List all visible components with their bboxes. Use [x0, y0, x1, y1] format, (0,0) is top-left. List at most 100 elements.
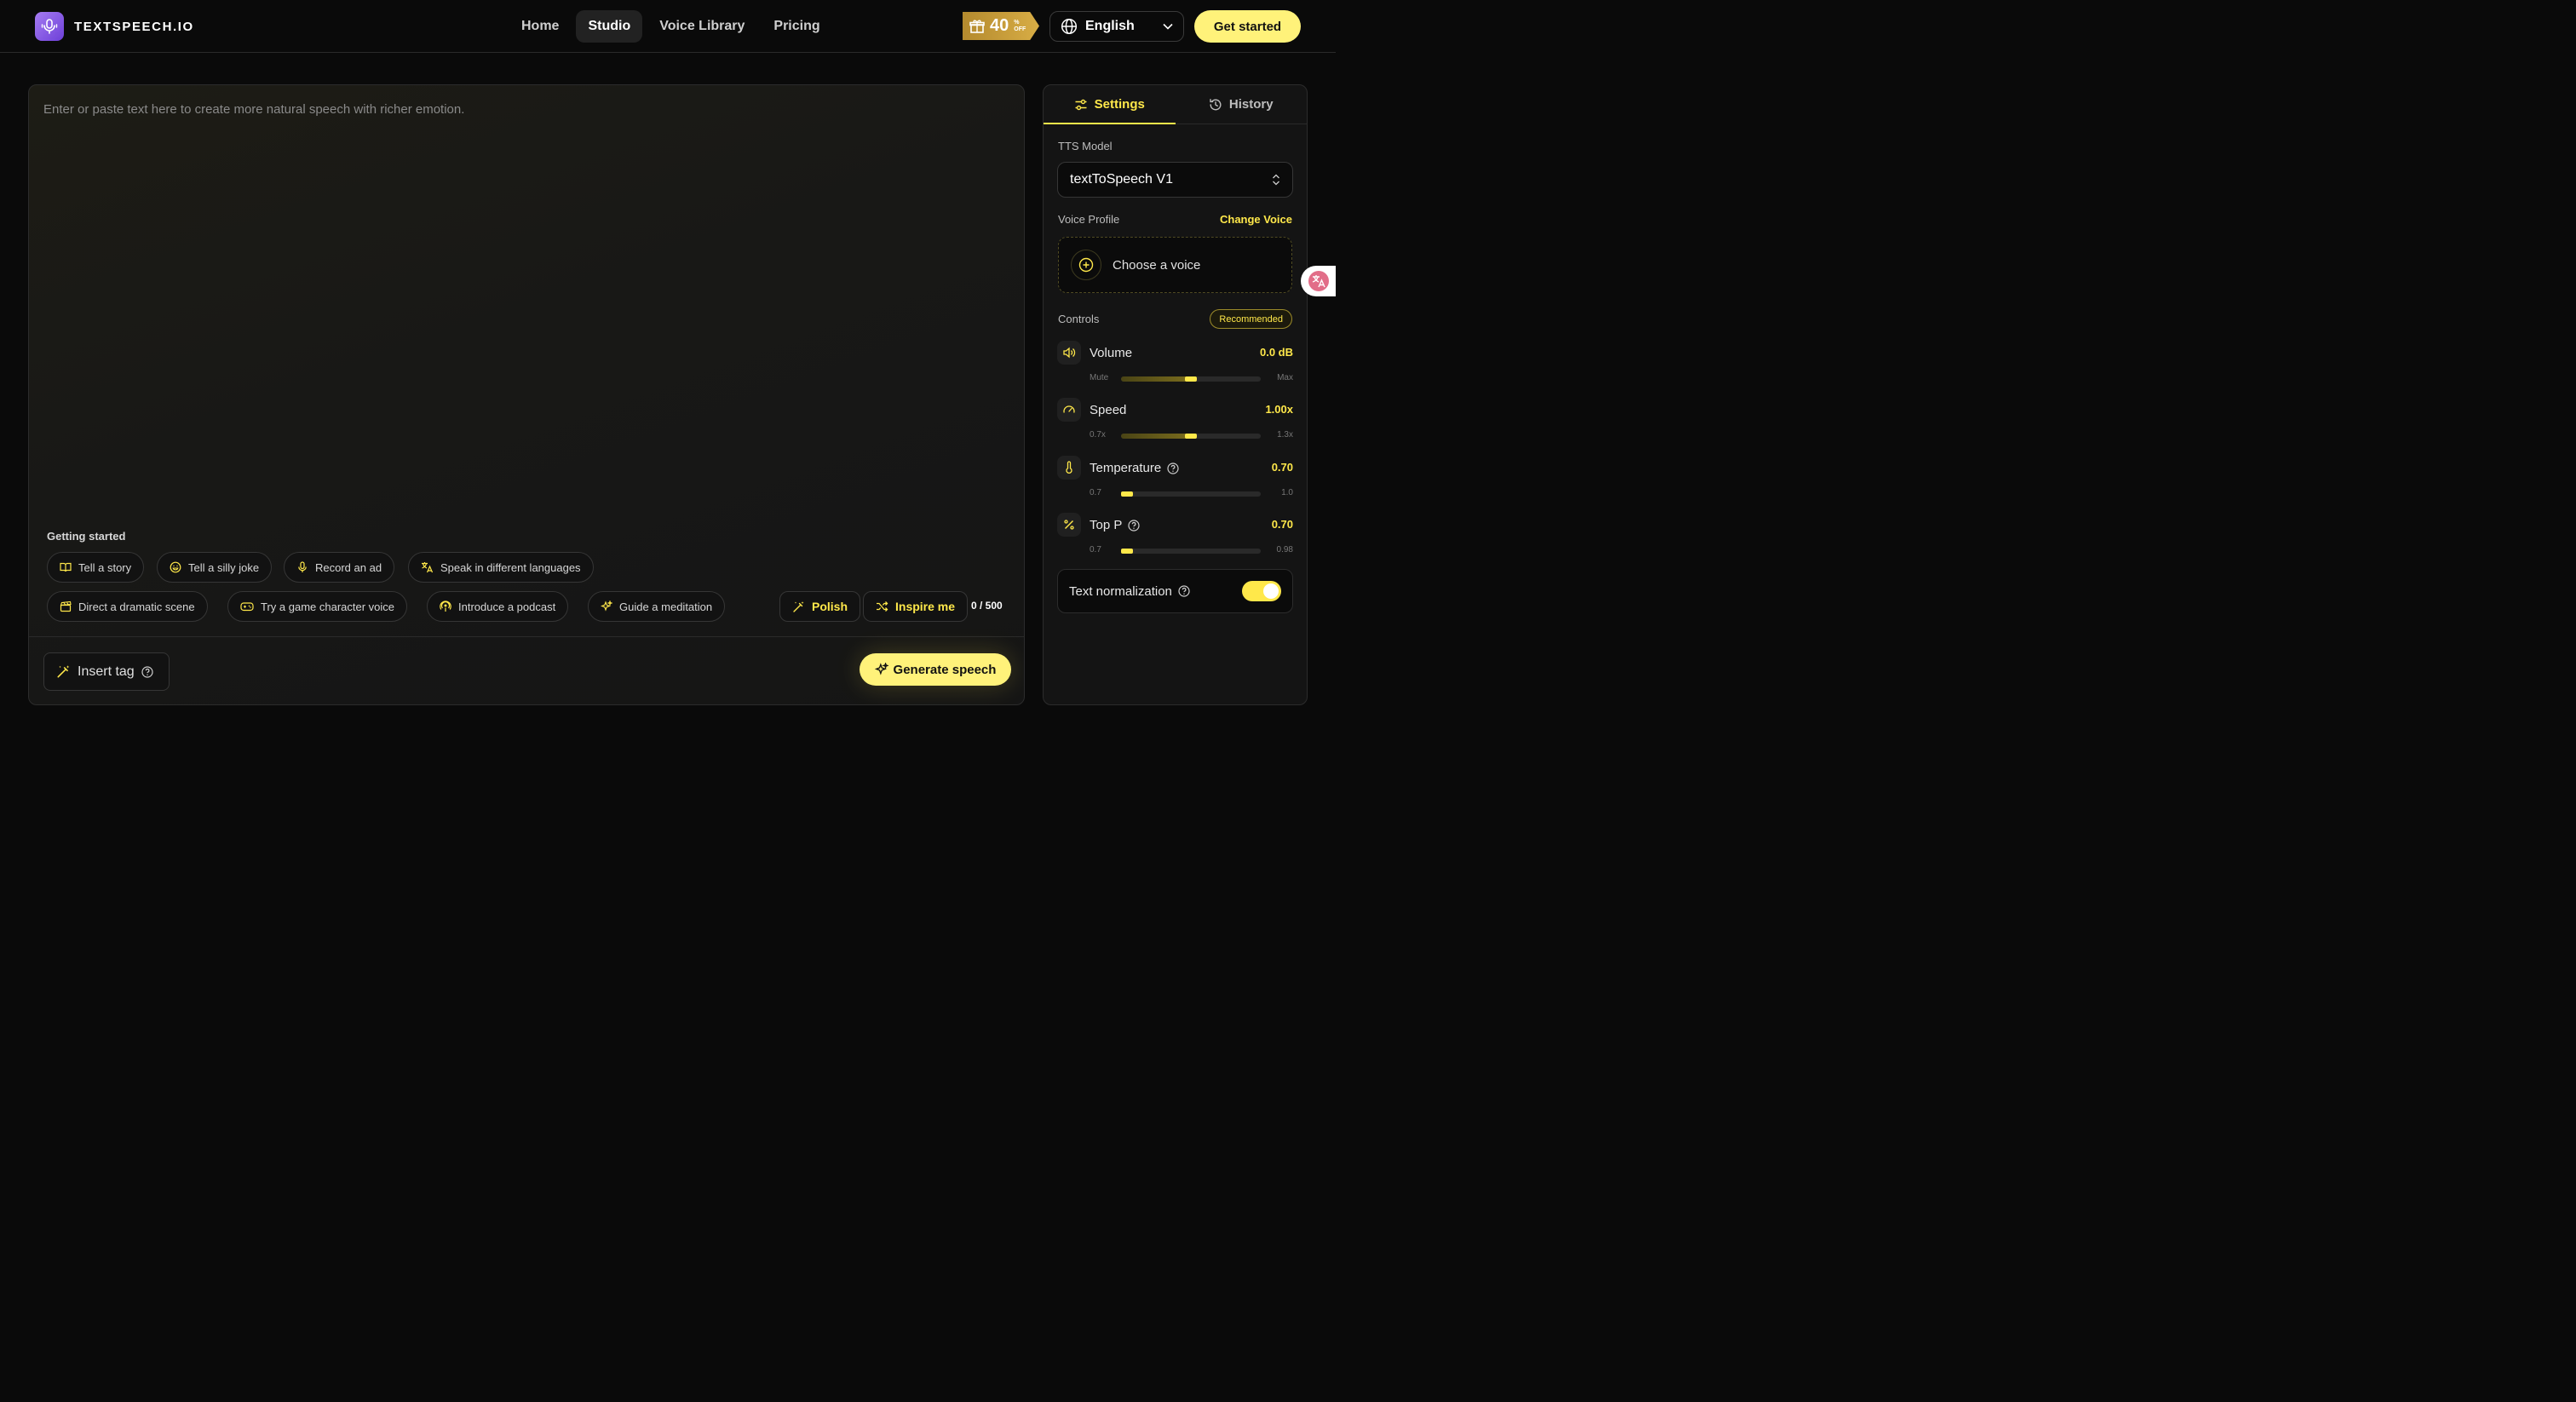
getting-started-title: Getting started: [47, 530, 126, 543]
prompt-chip-label: Introduce a podcast: [458, 600, 556, 613]
speed-slider[interactable]: [1121, 434, 1261, 439]
polish-button[interactable]: Polish: [779, 591, 861, 622]
slider-thumb[interactable]: [1121, 491, 1133, 497]
help-icon[interactable]: [1178, 585, 1190, 597]
speed-max: 1.3x: [1277, 430, 1293, 440]
speed-label: Speed: [1090, 403, 1127, 417]
sparkles-icon: [601, 600, 612, 612]
top-p-min: 0.7: [1090, 545, 1101, 554]
volume-value: 0.0 dB: [1259, 346, 1293, 359]
settings-panel: Settings History TTS Model textToSpeech …: [1043, 84, 1308, 705]
text-input[interactable]: Enter or paste text here to create more …: [43, 102, 464, 117]
top-header: TEXTSPEECH.IO Home Studio Voice Library …: [0, 0, 1336, 53]
prompt-chip-joke[interactable]: Tell a silly joke: [157, 552, 273, 583]
tab-history[interactable]: History: [1176, 85, 1308, 124]
promo-off-text: OFF: [1014, 26, 1026, 32]
editor-divider: [29, 636, 1024, 637]
polish-label: Polish: [812, 600, 848, 613]
thermometer-icon: [1066, 461, 1072, 474]
prompt-chip-ad[interactable]: Record an ad: [284, 552, 395, 583]
choose-voice-button[interactable]: Choose a voice: [1058, 237, 1292, 293]
prompt-chip-label: Direct a dramatic scene: [78, 600, 195, 613]
prompt-chip-label: Record an ad: [315, 560, 382, 574]
top-p-control: Top P 0.70 0.7 0.98: [1057, 513, 1293, 564]
globe-icon: [1061, 18, 1078, 35]
translate-widget-button[interactable]: [1301, 266, 1336, 296]
help-icon[interactable]: [141, 665, 153, 678]
insert-tag-label: Insert tag: [78, 664, 135, 679]
top-p-value: 0.70: [1271, 518, 1293, 531]
inspire-me-button[interactable]: Inspire me: [863, 591, 969, 622]
prompt-chip-meditation[interactable]: Guide a meditation: [588, 591, 726, 622]
smile-icon: [170, 561, 181, 573]
chevron-up-down-icon: [1273, 174, 1279, 186]
text-normalization-label: Text normalization: [1069, 583, 1172, 599]
temperature-slider[interactable]: [1121, 491, 1261, 497]
nav-home[interactable]: Home: [509, 10, 571, 43]
prompt-chip-languages[interactable]: Speak in different languages: [408, 552, 594, 583]
prompt-chip-label: Tell a story: [78, 560, 132, 574]
change-voice-link[interactable]: Change Voice: [1220, 213, 1292, 226]
translate-icon: [1308, 271, 1329, 291]
generate-label: Generate speech: [893, 662, 997, 677]
tts-model-value: textToSpeech V1: [1070, 172, 1173, 187]
slider-thumb[interactable]: [1185, 376, 1197, 382]
prompt-chip-story[interactable]: Tell a story: [47, 552, 145, 583]
inspire-label: Inspire me: [895, 600, 956, 613]
top-p-label: Top P: [1090, 518, 1123, 532]
tab-settings[interactable]: Settings: [1044, 85, 1176, 124]
voice-profile-label: Voice Profile: [1058, 213, 1120, 226]
gauge-icon: [1063, 405, 1075, 413]
clapperboard-icon: [60, 600, 72, 612]
text-editor-panel: Enter or paste text here to create more …: [28, 84, 1025, 705]
prompt-chip-label: Guide a meditation: [619, 600, 713, 613]
promo-unit: %: [1014, 19, 1020, 26]
tts-model-label: TTS Model: [1058, 140, 1113, 152]
temperature-max: 1.0: [1281, 488, 1293, 497]
text-normalization-toggle[interactable]: [1242, 581, 1281, 601]
prompt-chip-label: Tell a silly joke: [188, 560, 260, 574]
microphone-logo-icon: [35, 12, 64, 41]
magic-wand-icon: [57, 665, 70, 678]
speed-min: 0.7x: [1090, 430, 1106, 440]
get-started-button[interactable]: Get started: [1194, 10, 1301, 43]
slider-fill: [1121, 434, 1191, 439]
prompt-chip-game-character[interactable]: Try a game character voice: [227, 591, 408, 622]
tts-model-select[interactable]: textToSpeech V1: [1057, 162, 1293, 198]
temperature-min: 0.7: [1090, 488, 1101, 497]
volume-slider[interactable]: [1121, 376, 1261, 382]
podcast-icon: [440, 600, 451, 612]
slider-thumb[interactable]: [1121, 549, 1133, 554]
top-p-slider[interactable]: [1121, 549, 1261, 554]
choose-voice-label: Choose a voice: [1113, 257, 1201, 273]
promo-value: 40: [990, 16, 1009, 35]
logo[interactable]: TEXTSPEECH.IO: [35, 12, 194, 41]
volume-max: Max: [1277, 373, 1293, 382]
tab-settings-label: Settings: [1094, 97, 1145, 112]
text-normalization-row: Text normalization: [1057, 569, 1293, 613]
settings-tabs: Settings History: [1044, 85, 1307, 124]
prompt-chip-podcast[interactable]: Introduce a podcast: [427, 591, 569, 622]
recommended-badge[interactable]: Recommended: [1210, 309, 1292, 329]
prompt-chip-label: Try a game character voice: [261, 600, 395, 613]
character-count: 0 / 500: [971, 600, 1003, 612]
insert-tag-button[interactable]: Insert tag: [43, 652, 170, 691]
main-nav: Home Studio Voice Library Pricing: [509, 10, 832, 43]
speed-value: 1.00x: [1265, 403, 1293, 416]
discount-promo-badge[interactable]: 40 % OFF: [963, 12, 1039, 40]
logo-text: TEXTSPEECH.IO: [74, 19, 194, 34]
slider-fill: [1121, 376, 1191, 382]
nav-studio[interactable]: Studio: [576, 10, 643, 43]
generate-speech-button[interactable]: Generate speech: [860, 653, 1011, 686]
slider-thumb[interactable]: [1185, 434, 1197, 439]
temperature-control: Temperature 0.70 0.7 1.0: [1057, 456, 1293, 507]
magic-wand-icon: [793, 600, 804, 612]
volume-control: Volume 0.0 dB Mute Max: [1057, 341, 1293, 392]
prompt-chip-dramatic-scene[interactable]: Direct a dramatic scene: [47, 591, 208, 622]
help-icon[interactable]: [1128, 519, 1140, 531]
nav-pricing[interactable]: Pricing: [762, 10, 831, 43]
help-icon[interactable]: [1167, 462, 1179, 474]
gift-icon: [969, 20, 985, 33]
nav-voice-library[interactable]: Voice Library: [647, 10, 756, 43]
language-select[interactable]: English: [1049, 11, 1184, 42]
